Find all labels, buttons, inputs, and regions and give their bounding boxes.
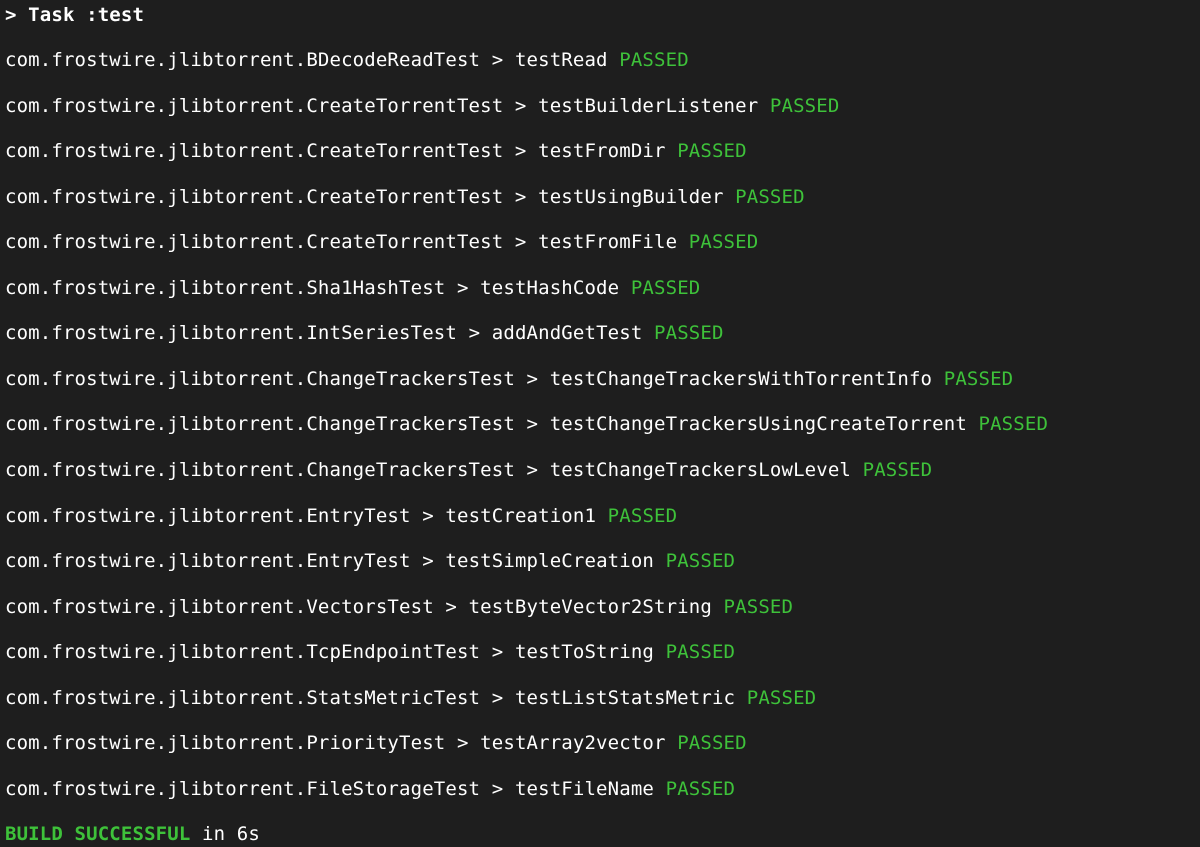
test-result-line: com.frostwire.jlibtorrent.EntryTest > te…	[5, 546, 735, 576]
build-status: BUILD SUCCESSFUL	[5, 823, 191, 845]
separator: >	[480, 687, 515, 709]
separator: >	[514, 368, 550, 390]
separator: >	[503, 95, 539, 117]
test-name: testFileName	[514, 778, 655, 800]
test-class: com.frostwire.jlibtorrent.VectorsTest	[5, 596, 434, 618]
test-status: PASSED	[665, 550, 736, 572]
separator: >	[410, 505, 446, 527]
test-class: com.frostwire.jlibtorrent.CreateTorrentT…	[5, 140, 504, 162]
test-status: PASSED	[735, 186, 805, 208]
test-status: PASSED	[978, 413, 1049, 435]
test-name: testToString	[514, 641, 655, 663]
test-class: com.frostwire.jlibtorrent.CreateTorrentT…	[5, 186, 504, 208]
test-class: com.frostwire.jlibtorrent.EntryTest	[5, 550, 411, 572]
separator: >	[480, 49, 515, 71]
test-class: com.frostwire.jlibtorrent.ChangeTrackers…	[5, 413, 515, 435]
separator: >	[433, 596, 469, 618]
test-class: com.frostwire.jlibtorrent.Sha1HashTest	[5, 277, 446, 299]
test-result-line: com.frostwire.jlibtorrent.BDecodeReadTes…	[5, 45, 689, 75]
test-status: PASSED	[862, 459, 933, 481]
test-status: PASSED	[746, 687, 817, 709]
test-class: com.frostwire.jlibtorrent.PriorityTest	[5, 732, 446, 754]
separator: >	[480, 641, 515, 663]
test-result-line: com.frostwire.jlibtorrent.VectorsTest > …	[5, 592, 793, 622]
test-class: com.frostwire.jlibtorrent.FileStorageTes…	[5, 778, 481, 800]
test-status: PASSED	[677, 140, 747, 162]
test-result-line: com.frostwire.jlibtorrent.CreateTorrentT…	[5, 91, 839, 121]
test-status: PASSED	[619, 49, 689, 71]
terminal-output: > Task :test com.frostwire.jlibtorrent.B…	[0, 0, 1200, 847]
build-summary: BUILD SUCCESSFUL in 6s	[5, 819, 260, 847]
test-status: PASSED	[769, 95, 840, 117]
test-class: com.frostwire.jlibtorrent.CreateTorrentT…	[5, 231, 504, 253]
test-name: testBuilderListener	[538, 95, 759, 117]
test-status: PASSED	[630, 277, 701, 299]
test-name: testChangeTrackersUsingCreateTorrent	[549, 413, 967, 435]
test-name: testByteVector2String	[468, 596, 712, 618]
test-name: testArray2vector	[480, 732, 666, 754]
test-result-line: com.frostwire.jlibtorrent.CreateTorrentT…	[5, 182, 805, 212]
separator: >	[410, 550, 446, 572]
task-header: > Task :test	[5, 4, 145, 26]
test-status: PASSED	[677, 732, 747, 754]
test-name: testUsingBuilder	[538, 186, 724, 208]
test-class: com.frostwire.jlibtorrent.BDecodeReadTes…	[5, 49, 481, 71]
test-name: testFromFile	[538, 231, 678, 253]
test-status: PASSED	[665, 641, 736, 663]
test-class: com.frostwire.jlibtorrent.EntryTest	[5, 505, 411, 527]
test-result-line: com.frostwire.jlibtorrent.ChangeTrackers…	[5, 364, 1013, 394]
test-result-line: com.frostwire.jlibtorrent.ChangeTrackers…	[5, 409, 1048, 439]
separator: >	[503, 231, 539, 253]
test-name: testFromDir	[538, 140, 666, 162]
test-result-line: com.frostwire.jlibtorrent.Sha1HashTest >…	[5, 273, 700, 303]
test-name: testChangeTrackersWithTorrentInfo	[549, 368, 933, 390]
test-status: PASSED	[654, 322, 724, 344]
test-status: PASSED	[607, 505, 678, 527]
test-result-line: com.frostwire.jlibtorrent.StatsMetricTes…	[5, 683, 816, 713]
separator: >	[456, 322, 492, 344]
test-result-line: com.frostwire.jlibtorrent.ChangeTrackers…	[5, 455, 932, 485]
test-result-line: com.frostwire.jlibtorrent.EntryTest > te…	[5, 501, 677, 531]
build-duration: in 6s	[190, 823, 260, 845]
test-status: PASSED	[943, 368, 1014, 390]
test-class: com.frostwire.jlibtorrent.CreateTorrentT…	[5, 95, 504, 117]
test-status: PASSED	[665, 778, 736, 800]
test-status: PASSED	[688, 231, 759, 253]
test-name: testChangeTrackersLowLevel	[549, 459, 852, 481]
test-name: addAndGetTest	[491, 322, 643, 344]
test-result-line: com.frostwire.jlibtorrent.FileStorageTes…	[5, 774, 735, 804]
separator: >	[503, 186, 539, 208]
test-result-line: com.frostwire.jlibtorrent.IntSeriesTest …	[5, 318, 724, 348]
separator: >	[480, 778, 515, 800]
test-class: com.frostwire.jlibtorrent.TcpEndpointTes…	[5, 641, 481, 663]
test-class: com.frostwire.jlibtorrent.ChangeTrackers…	[5, 459, 515, 481]
test-name: testCreation1	[445, 505, 597, 527]
test-result-line: com.frostwire.jlibtorrent.CreateTorrentT…	[5, 136, 747, 166]
test-class: com.frostwire.jlibtorrent.IntSeriesTest	[5, 322, 457, 344]
test-result-line: com.frostwire.jlibtorrent.CreateTorrentT…	[5, 227, 758, 257]
test-result-line: com.frostwire.jlibtorrent.TcpEndpointTes…	[5, 637, 735, 667]
separator: >	[514, 459, 550, 481]
separator: >	[514, 413, 550, 435]
test-name: testListStatsMetric	[514, 687, 736, 709]
test-class: com.frostwire.jlibtorrent.ChangeTrackers…	[5, 368, 515, 390]
test-class: com.frostwire.jlibtorrent.StatsMetricTes…	[5, 687, 481, 709]
test-name: testRead	[514, 49, 608, 71]
separator: >	[445, 732, 481, 754]
test-name: testSimpleCreation	[445, 550, 655, 572]
separator: >	[503, 140, 539, 162]
test-status: PASSED	[723, 596, 794, 618]
separator: >	[445, 277, 481, 299]
test-result-line: com.frostwire.jlibtorrent.PriorityTest >…	[5, 728, 747, 758]
test-name: testHashCode	[480, 277, 620, 299]
